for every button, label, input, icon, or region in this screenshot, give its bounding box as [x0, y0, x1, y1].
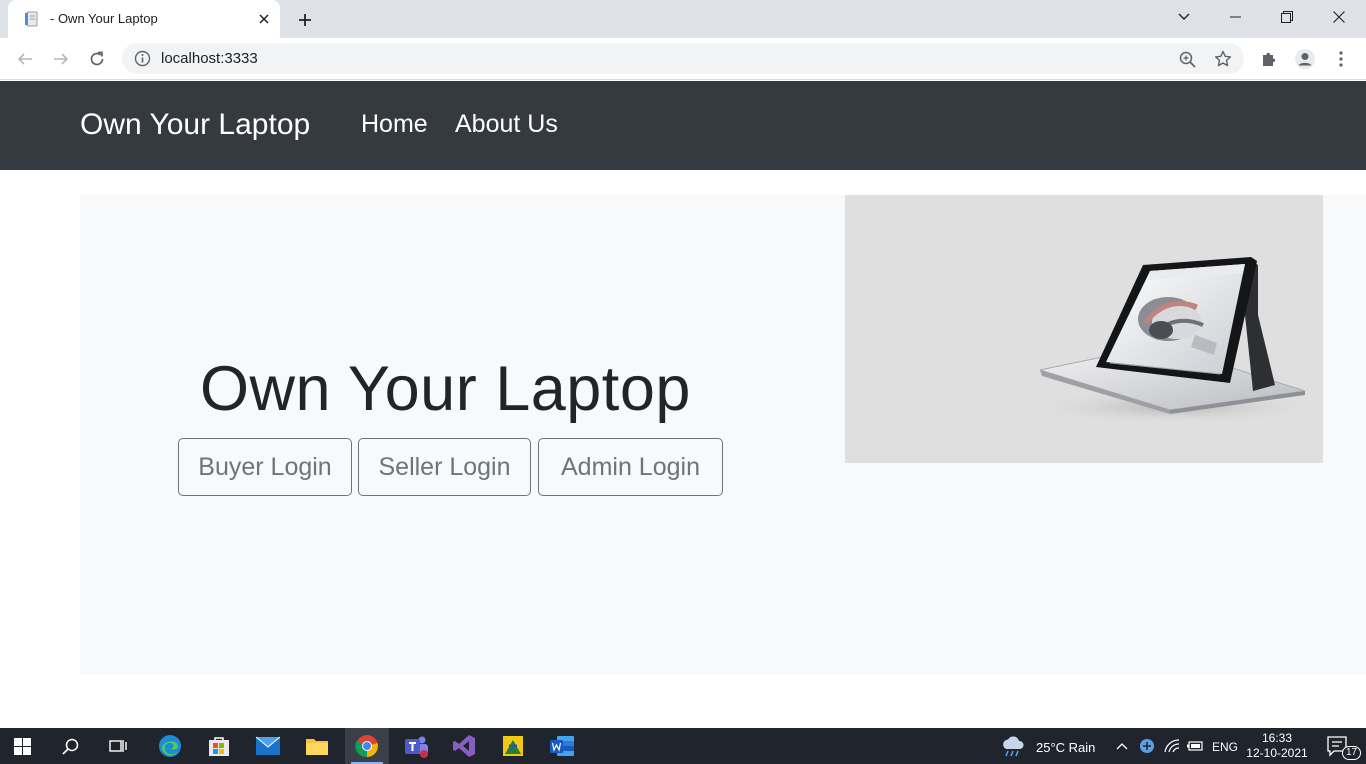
task-view-icon[interactable]	[96, 728, 140, 764]
restore-icon[interactable]	[1264, 0, 1310, 34]
address-bar[interactable]: localhost:3333	[122, 43, 1244, 74]
language-indicator[interactable]: ENG	[1212, 740, 1238, 754]
sticky-app-icon[interactable]	[491, 728, 535, 764]
hero-section: Own Your Laptop Buyer Login Seller Login…	[80, 195, 1366, 675]
minimize-icon[interactable]	[1212, 0, 1258, 34]
windows-start-icon[interactable]	[0, 728, 44, 764]
taskbar: 25°C Rain ENG 16:33 12-10-2021 17	[0, 728, 1366, 764]
chrome-icon[interactable]	[345, 728, 389, 764]
teams-icon[interactable]	[394, 728, 438, 764]
zoom-icon[interactable]	[1176, 48, 1198, 70]
weather-text: 25°C Rain	[1036, 740, 1096, 755]
microsoft-store-icon[interactable]	[197, 728, 241, 764]
word-icon[interactable]	[540, 728, 584, 764]
weather-icon[interactable]	[993, 728, 1033, 764]
browser-toolbar: localhost:3333	[0, 38, 1366, 80]
site-info-icon[interactable]	[134, 50, 151, 67]
hero-title: Own Your Laptop	[200, 354, 691, 424]
site-navbar: Own Your Laptop Home About Us	[0, 81, 1366, 170]
laptop-image	[845, 195, 1323, 463]
page-favicon-icon	[25, 11, 38, 27]
back-icon[interactable]	[11, 45, 39, 73]
tab-search-icon[interactable]	[1161, 0, 1207, 34]
file-explorer-icon[interactable]	[295, 728, 339, 764]
admin-login-button[interactable]: Admin Login	[538, 438, 723, 496]
visual-studio-icon[interactable]	[442, 728, 486, 764]
buyer-login-button[interactable]: Buyer Login	[178, 438, 352, 496]
close-tab-icon[interactable]	[254, 9, 274, 29]
nav-link-about-us[interactable]: About Us	[455, 110, 558, 139]
profile-avatar-icon[interactable]	[1293, 47, 1317, 71]
forward-icon[interactable]	[47, 45, 75, 73]
close-window-icon[interactable]	[1316, 0, 1362, 34]
notification-count-badge: 17	[1342, 746, 1362, 760]
bookmark-star-icon[interactable]	[1212, 48, 1234, 70]
edge-browser-icon[interactable]	[148, 728, 192, 764]
clock-date: 12-10-2021	[1246, 746, 1308, 760]
show-hidden-icons-icon[interactable]	[1112, 728, 1132, 764]
tab-title: - Own Your Laptop	[50, 11, 158, 26]
battery-icon[interactable]	[1184, 728, 1206, 764]
search-icon[interactable]	[48, 728, 92, 764]
browser-tab[interactable]: - Own Your Laptop	[8, 0, 280, 38]
extensions-icon[interactable]	[1257, 47, 1281, 71]
new-tab-icon[interactable]	[292, 7, 318, 33]
clock-time: 16:33	[1261, 731, 1293, 745]
nav-link-home[interactable]: Home	[361, 110, 428, 139]
clock[interactable]: 16:33 12-10-2021	[1244, 731, 1310, 761]
reload-icon[interactable]	[83, 45, 111, 73]
wifi-icon[interactable]	[1161, 728, 1183, 764]
tab-strip: - Own Your Laptop	[0, 0, 1366, 38]
navbar-brand[interactable]: Own Your Laptop	[80, 108, 310, 142]
onedrive-sync-icon[interactable]	[1136, 728, 1158, 764]
seller-login-button[interactable]: Seller Login	[358, 438, 531, 496]
mail-icon[interactable]	[246, 728, 290, 764]
browser-menu-icon[interactable]	[1329, 47, 1353, 71]
notifications-icon[interactable]: 17	[1318, 728, 1362, 764]
url-text: localhost:3333	[161, 50, 258, 67]
